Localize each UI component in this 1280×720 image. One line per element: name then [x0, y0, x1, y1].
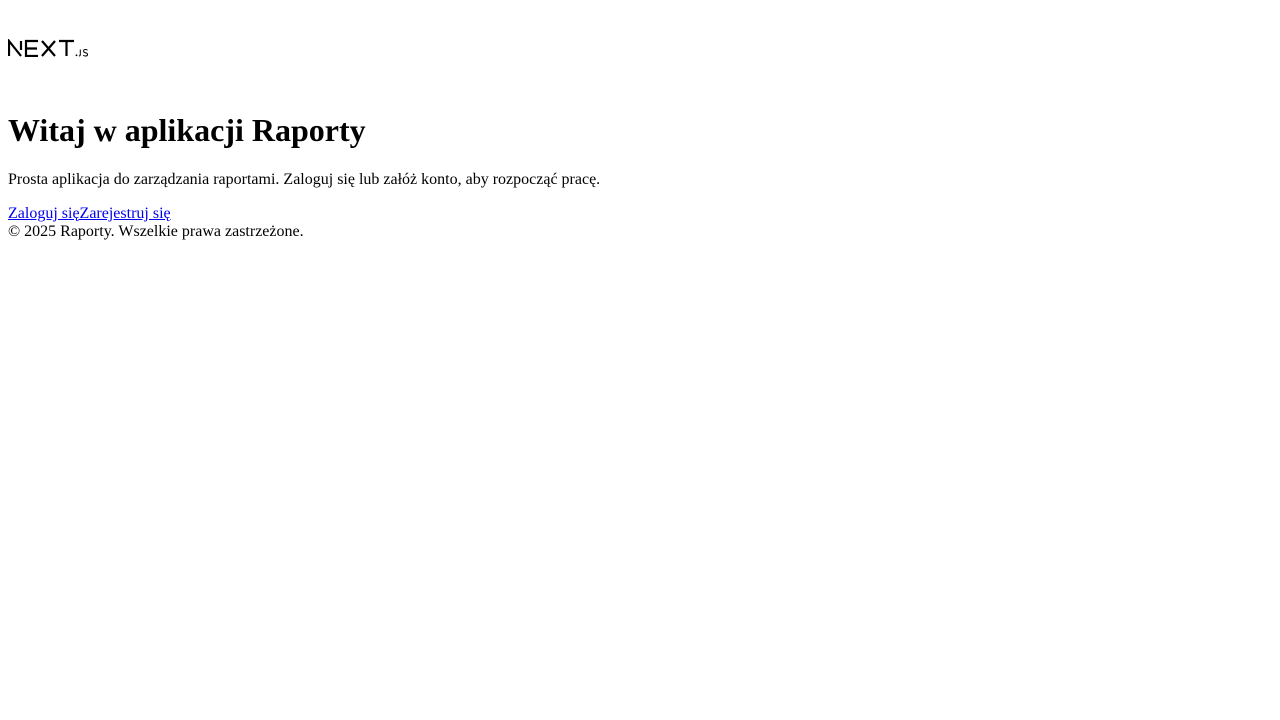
login-link[interactable]: Zaloguj się [8, 205, 80, 222]
page-title: Witaj w aplikacji Raporty [8, 112, 366, 148]
page-description: Prosta aplikacja do zarządzania raportam… [8, 171, 601, 188]
page: Witaj w aplikacji Raporty Prosta aplikac… [0, 0, 1280, 720]
nextjs-logo-icon [8, 39, 89, 57]
main-section: Witaj w aplikacji Raporty Prosta aplikac… [8, 109, 1208, 188]
auth-links: Zaloguj sięZarejestruj się [8, 205, 171, 223]
footer-copyright: © 2025 Raporty. Wszelkie prawa zastrzeżo… [8, 223, 304, 240]
register-link[interactable]: Zarejestruj się [80, 205, 171, 222]
